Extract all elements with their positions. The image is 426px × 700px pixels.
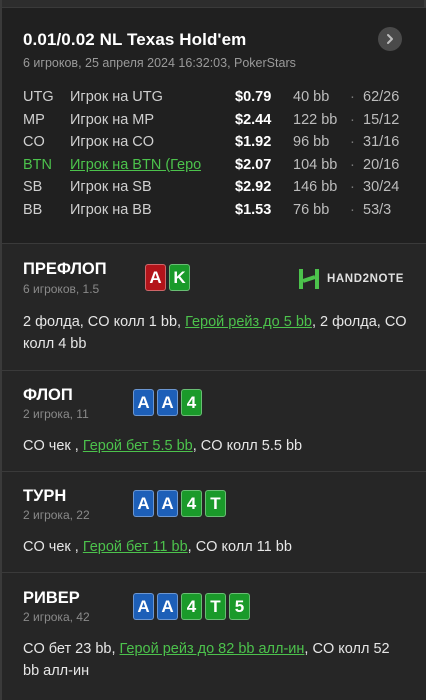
street-actions: CO чек , Герой бет 5.5 bb, CO колл 5.5 b… (23, 435, 408, 457)
hand-history-panel: 0.01/0.02 NL Texas Hold'em 6 игроков, 25… (0, 0, 426, 700)
player-stats: 53/3 (350, 202, 391, 218)
player-row[interactable]: CO Игрок на CO $1.92 96 bb 31/16 (23, 134, 415, 157)
player-stack-bb: 146 bb (293, 179, 338, 195)
player-row-hero[interactable]: BTN Игрок на BTN (Геро $2.07 104 bb 20/1… (23, 157, 415, 180)
street-subtitle: 2 игрока, 22 (23, 508, 90, 522)
street-actions: CO чек , Герой бет 11 bb, CO колл 11 bb (23, 536, 408, 558)
hero-action-link[interactable]: Герой бет 5.5 bb (83, 438, 193, 454)
street-title: ТУРН (23, 487, 67, 505)
player-position: BTN (23, 156, 52, 173)
card: T (205, 593, 226, 620)
player-stack: $2.44 (235, 111, 272, 128)
player-position: MP (23, 111, 45, 128)
player-name[interactable]: Игрок на BB (70, 202, 152, 218)
player-name[interactable]: Игрок на MP (70, 112, 154, 128)
player-stack-bb: 104 bb (293, 156, 338, 173)
player-stack-bb: 96 bb (293, 134, 330, 150)
hero-action-link[interactable]: Герой бет 11 bb (83, 539, 188, 555)
hand-title: 0.01/0.02 NL Texas Hold'em (23, 30, 247, 49)
street-subtitle: 2 игрока, 11 (23, 407, 89, 421)
card: 4 (181, 389, 202, 416)
next-hand-button[interactable] (378, 27, 402, 51)
card: K (169, 264, 190, 291)
action-text: CO чек , (23, 438, 83, 454)
player-stack: $0.79 (235, 89, 272, 105)
card: A (157, 490, 178, 517)
player-row[interactable]: SB Игрок на SB $2.92 146 bb 30/24 (23, 179, 415, 202)
street-actions: 2 фолда, CO колл 1 bb, Герой рейз до 5 b… (23, 311, 408, 355)
street-subtitle: 6 игроков, 1.5 (23, 282, 100, 296)
action-text: 2 фолда, CO колл 1 bb, (23, 314, 186, 330)
chevron-right-icon (387, 34, 393, 44)
hand-subtitle: 6 игроков, 25 апреля 2024 16:32:03, Poke… (23, 56, 296, 70)
street-preflop: ПРЕФЛОП 6 игроков, 1.5 A K 2 фолда, CO к… (2, 244, 426, 371)
player-stack: $2.92 (235, 179, 272, 195)
player-position: BB (23, 201, 43, 218)
player-position: CO (23, 134, 45, 150)
board-cards: A A 4 (133, 389, 202, 416)
player-name[interactable]: Игрок на UTG (70, 89, 163, 105)
card: A (157, 593, 178, 620)
player-name[interactable]: Игрок на SB (70, 179, 152, 195)
logo-text: HAND2NOTE (327, 273, 404, 285)
player-position: SB (23, 179, 43, 195)
player-position: UTG (23, 89, 54, 105)
card: 4 (181, 593, 202, 620)
player-stack-bb: 40 bb (293, 89, 330, 105)
player-stack: $1.92 (235, 134, 272, 150)
hand2note-logo-icon (299, 269, 319, 289)
card: 5 (229, 593, 250, 620)
player-stack-bb: 76 bb (293, 201, 330, 218)
board-cards: A A 4 T 5 (133, 593, 250, 620)
player-stack: $1.53 (235, 201, 272, 218)
top-bar (2, 0, 424, 8)
player-stats: 15/12 (350, 112, 399, 128)
action-text: , CO колл 5.5 bb (192, 438, 303, 454)
action-text: CO чек , (23, 539, 83, 555)
player-row[interactable]: UTG Игрок на UTG $0.79 40 bb 62/26 (23, 89, 415, 112)
hero-action-link[interactable]: Герой рейз до 5 bb (185, 314, 312, 330)
hand-header: 0.01/0.02 NL Texas Hold'em 6 игроков, 25… (2, 8, 426, 244)
action-text: CO бет 23 bb, (23, 641, 120, 657)
street-title: ПРЕФЛОП (23, 260, 107, 278)
street-actions: CO бет 23 bb, Герой рейз до 82 bb алл-ин… (23, 638, 408, 682)
card: A (133, 490, 154, 517)
street-flop: ФЛОП 2 игрока, 11 A A 4 CO чек , Герой б… (2, 371, 426, 472)
player-stats: 20/16 (350, 157, 399, 173)
player-name[interactable]: Игрок на BTN (Геро (70, 157, 201, 173)
card: A (157, 389, 178, 416)
card: 4 (181, 490, 202, 517)
card: A (133, 593, 154, 620)
player-row[interactable]: BB Игрок на BB $1.53 76 bb 53/3 (23, 202, 415, 225)
hero-cards: A K (145, 264, 190, 291)
player-stats: 62/26 (350, 89, 399, 105)
street-title: РИВЕР (23, 589, 80, 607)
player-stats: 31/16 (350, 134, 399, 150)
street-river: РИВЕР 2 игрока, 42 A A 4 T 5 CO бет 23 b… (2, 573, 426, 700)
card: A (133, 389, 154, 416)
player-stack: $2.07 (235, 156, 272, 173)
action-text: , CO колл 11 bb (187, 539, 292, 555)
card: T (205, 490, 226, 517)
street-subtitle: 2 игрока, 42 (23, 610, 90, 624)
street-title: ФЛОП (23, 386, 73, 404)
hand2note-logo: HAND2NOTE (298, 268, 404, 290)
player-stats: 30/24 (350, 179, 399, 195)
board-cards: A A 4 T (133, 490, 226, 517)
player-name[interactable]: Игрок на CO (70, 134, 154, 150)
hero-action-link[interactable]: Герой рейз до 82 bb алл-ин (120, 641, 305, 657)
players-table: UTG Игрок на UTG $0.79 40 bb 62/26 MP Иг… (23, 89, 415, 224)
player-stack-bb: 122 bb (293, 111, 338, 128)
player-row[interactable]: MP Игрок на MP $2.44 122 bb 15/12 (23, 112, 415, 135)
street-turn: ТУРН 2 игрока, 22 A A 4 T CO чек , Герой… (2, 472, 426, 573)
card: A (145, 264, 166, 291)
